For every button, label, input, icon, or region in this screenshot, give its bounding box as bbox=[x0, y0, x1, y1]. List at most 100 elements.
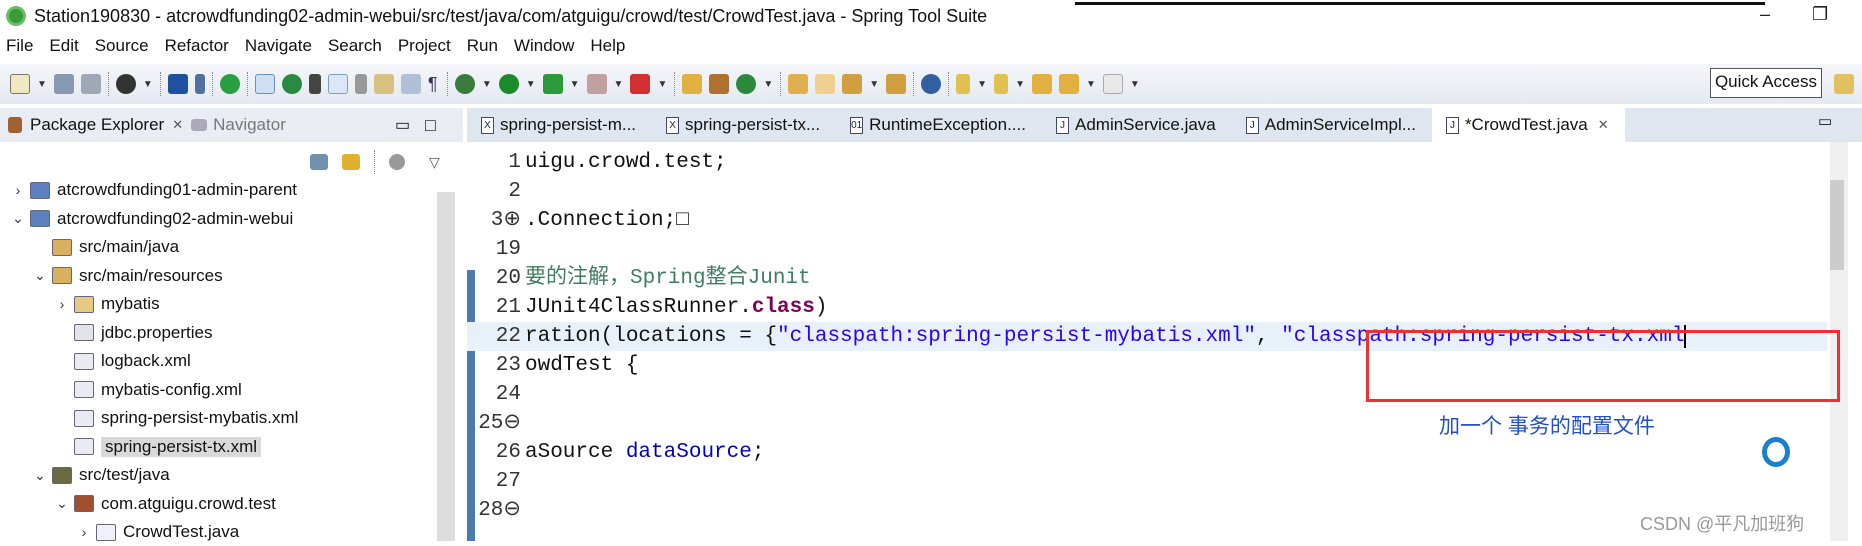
tree-item[interactable]: jdbc.properties bbox=[54, 319, 213, 347]
explorer-scrollbar[interactable] bbox=[437, 192, 455, 541]
focus-icon[interactable] bbox=[389, 154, 405, 170]
new-icon[interactable] bbox=[10, 74, 30, 94]
editor-tab[interactable]: J AdminService.java bbox=[1042, 108, 1232, 142]
close-icon[interactable]: ✕ bbox=[172, 117, 183, 133]
tree-item-label: CrowdTest.java bbox=[123, 522, 240, 541]
run-icon[interactable] bbox=[498, 74, 519, 94]
new-class-icon[interactable] bbox=[736, 74, 757, 94]
forward-icon[interactable] bbox=[1102, 74, 1123, 94]
menu-source[interactable]: Source bbox=[95, 36, 149, 56]
tab-package-explorer[interactable]: Package Explorer bbox=[30, 115, 164, 135]
dropdown-arrow-icon[interactable]: ▼ bbox=[143, 79, 153, 90]
previous-annotation-icon[interactable] bbox=[994, 74, 1009, 94]
debug-icon[interactable] bbox=[454, 74, 475, 94]
menu-edit[interactable]: Edit bbox=[49, 36, 78, 56]
stop-icon[interactable] bbox=[586, 74, 607, 94]
tab-navigator[interactable]: Navigator bbox=[213, 115, 286, 135]
new-package-icon[interactable] bbox=[709, 74, 730, 94]
save-all-icon[interactable] bbox=[80, 74, 101, 94]
dropdown-arrow-icon[interactable]: ▼ bbox=[1015, 79, 1025, 90]
open-task-icon[interactable] bbox=[815, 74, 836, 94]
coverage-icon[interactable] bbox=[542, 74, 563, 94]
annotation-icon[interactable] bbox=[373, 74, 394, 94]
editor-tab[interactable]: Xspring-persist-m... bbox=[467, 108, 652, 142]
editor-tab[interactable]: J AdminServiceImpl... bbox=[1232, 108, 1432, 142]
dropdown-arrow-icon[interactable]: ▼ bbox=[1130, 79, 1140, 90]
restore-button[interactable]: ❐ bbox=[1812, 4, 1828, 25]
web-browser-icon[interactable] bbox=[921, 74, 942, 94]
tree-item[interactable]: ⌄ src/main/resources bbox=[32, 262, 222, 290]
open-type-icon[interactable] bbox=[788, 74, 809, 94]
mark-occurrences-icon[interactable] bbox=[327, 74, 348, 94]
menu-refactor[interactable]: Refactor bbox=[165, 36, 229, 56]
dropdown-arrow-icon[interactable]: ▼ bbox=[570, 79, 580, 90]
save-icon[interactable] bbox=[53, 74, 74, 94]
dropdown-arrow-icon[interactable]: ▼ bbox=[977, 79, 987, 90]
menu-run[interactable]: Run bbox=[467, 36, 498, 56]
collapse-all-icon[interactable] bbox=[310, 154, 328, 170]
external-tools-icon[interactable] bbox=[630, 74, 651, 94]
spring-boot-dashboard-icon[interactable] bbox=[219, 74, 240, 94]
dropdown-arrow-icon[interactable]: ▼ bbox=[763, 79, 773, 90]
dropdown-arrow-icon[interactable]: ▼ bbox=[37, 79, 47, 90]
tree-item[interactable]: › atcrowdfunding01-admin-parent bbox=[10, 176, 297, 204]
block-selection-icon[interactable] bbox=[400, 74, 421, 94]
console-icon[interactable] bbox=[167, 74, 188, 94]
tree-item[interactable]: spring-persist-tx.xml bbox=[54, 433, 262, 461]
minimize-button[interactable]: – bbox=[1760, 4, 1770, 25]
open-perspective-icon[interactable] bbox=[1834, 74, 1854, 94]
search-icon[interactable] bbox=[842, 74, 863, 94]
open-folder-icon[interactable] bbox=[886, 74, 907, 94]
refresh-icon[interactable] bbox=[281, 74, 302, 94]
tree-item[interactable]: ⌄ src/test/java bbox=[32, 461, 170, 489]
tree-item[interactable]: mybatis-config.xml bbox=[54, 376, 242, 404]
new-java-project-icon[interactable] bbox=[682, 74, 703, 94]
tree-item[interactable]: ⌄ atcrowdfunding02-admin-webui bbox=[10, 205, 293, 233]
back-icon[interactable] bbox=[1058, 74, 1079, 94]
menu-project[interactable]: Project bbox=[398, 36, 451, 56]
editor-scrollbar-thumb[interactable] bbox=[1830, 180, 1844, 270]
dropdown-arrow-icon[interactable]: ▼ bbox=[482, 79, 492, 90]
chevron-icon[interactable]: ⌄ bbox=[32, 467, 48, 484]
footprint-icon[interactable] bbox=[354, 74, 367, 94]
dropdown-arrow-icon[interactable]: ▼ bbox=[614, 79, 624, 90]
chevron-icon[interactable]: ⌄ bbox=[32, 267, 48, 284]
chevron-icon[interactable]: › bbox=[54, 296, 70, 312]
quick-access-input[interactable]: Quick Access bbox=[1709, 68, 1822, 98]
dropdown-arrow-icon[interactable]: ▼ bbox=[526, 79, 536, 90]
editor-tab[interactable]: 01 RuntimeException.... bbox=[836, 108, 1042, 142]
profile-icon[interactable] bbox=[115, 74, 136, 94]
tree-item[interactable]: ⌄ com.atguigu.crowd.test bbox=[54, 490, 276, 518]
pin-icon[interactable] bbox=[308, 74, 321, 94]
next-annotation-icon[interactable] bbox=[956, 74, 971, 94]
pilcrow-icon[interactable]: ¶ bbox=[428, 74, 440, 94]
maximize-panel-button[interactable]: □ bbox=[425, 115, 436, 136]
dropdown-arrow-icon[interactable]: ▼ bbox=[869, 79, 879, 90]
menu-file[interactable]: File bbox=[6, 36, 33, 56]
skip-breakpoints-icon[interactable] bbox=[194, 74, 205, 94]
chevron-icon[interactable]: ⌄ bbox=[10, 210, 26, 227]
tree-item[interactable]: › CrowdTest.java bbox=[76, 518, 240, 546]
tree-item[interactable]: spring-persist-mybatis.xml bbox=[54, 404, 298, 432]
chevron-icon[interactable]: › bbox=[10, 182, 26, 198]
menu-search[interactable]: Search bbox=[328, 36, 382, 56]
close-tab-icon[interactable]: ✕ bbox=[1598, 117, 1609, 133]
editor-tab[interactable]: J *CrowdTest.java ✕ bbox=[1431, 108, 1625, 142]
menu-help[interactable]: Help bbox=[590, 36, 625, 56]
menu-window[interactable]: Window bbox=[514, 36, 574, 56]
link-with-editor-icon[interactable] bbox=[342, 154, 360, 170]
dropdown-arrow-icon[interactable]: ▼ bbox=[1086, 79, 1096, 90]
chevron-icon[interactable]: › bbox=[76, 524, 92, 540]
minimize-panel-button[interactable]: ▭ bbox=[395, 115, 410, 135]
dropdown-arrow-icon[interactable]: ▼ bbox=[657, 79, 667, 90]
chevron-icon[interactable]: ⌄ bbox=[54, 495, 70, 512]
tree-item[interactable]: src/main/java bbox=[32, 233, 179, 261]
tree-item[interactable]: logback.xml bbox=[54, 347, 191, 375]
show-whitespace-icon[interactable] bbox=[254, 74, 275, 94]
last-edit-icon[interactable] bbox=[1031, 74, 1052, 94]
editor-tab[interactable]: Xspring-persist-tx... bbox=[652, 108, 836, 142]
menu-navigate[interactable]: Navigate bbox=[245, 36, 312, 56]
minimize-editor-button[interactable]: ▭ bbox=[1818, 112, 1832, 130]
view-menu-icon[interactable]: ▽ bbox=[429, 154, 440, 171]
tree-item[interactable]: › mybatis bbox=[54, 290, 160, 318]
